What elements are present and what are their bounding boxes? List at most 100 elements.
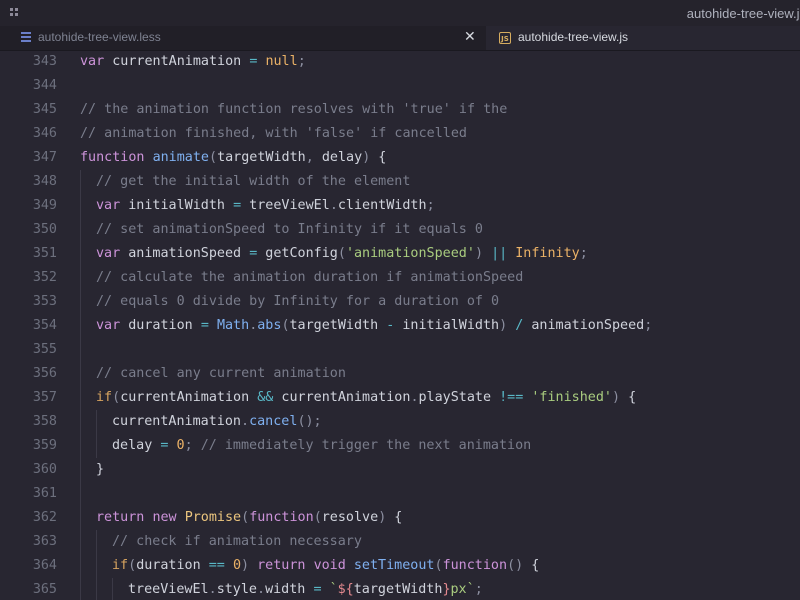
- code-token: // cancel any current animation: [96, 366, 346, 381]
- code-token: currentAnimation: [273, 390, 411, 405]
- code-line[interactable]: 350 // set animationSpeed to Infinity if …: [0, 218, 800, 242]
- code-token: setTimeout: [353, 558, 435, 573]
- code-token: ): [241, 558, 250, 573]
- code-line[interactable]: 351 var animationSpeed = getConfig('anima…: [0, 242, 800, 266]
- code-token: ;: [184, 438, 193, 453]
- code-token: return: [257, 558, 306, 573]
- window-title: autohide-tree-view.js: [686, 6, 800, 21]
- code-token: }: [96, 462, 105, 477]
- code-token: // get the initial width of the element: [96, 174, 411, 189]
- indent-guide: [80, 266, 81, 290]
- code-token: void: [313, 558, 346, 573]
- code-text: delay = 0; // immediately trigger the ne…: [112, 434, 531, 458]
- close-icon[interactable]: ✕: [464, 29, 476, 45]
- code-token: animate: [152, 150, 209, 165]
- code-line[interactable]: 360}: [0, 458, 800, 482]
- code-token: // set animationSpeed to Infinity if it …: [96, 222, 483, 237]
- indent-guide: [112, 578, 113, 600]
- indent-guide: [80, 506, 81, 530]
- tab-less-file[interactable]: autohide-tree-view.less ✕: [0, 26, 486, 50]
- indent-guide: [80, 530, 81, 554]
- code-line[interactable]: 353 // equals 0 divide by Infinity for a …: [0, 290, 800, 314]
- code-line[interactable]: 345 // the animation function resolves wi…: [0, 98, 800, 122]
- code-token: (): [507, 558, 524, 573]
- code-token: {: [620, 390, 637, 405]
- code-token: style: [216, 582, 257, 597]
- code-line[interactable]: 349 var initialWidth = treeViewEl.clientW…: [0, 194, 800, 218]
- code-text: // check if animation necessary: [112, 530, 362, 554]
- line-number: 357: [32, 390, 57, 405]
- indent-guide: [80, 170, 81, 194]
- code-token: =: [233, 198, 242, 213]
- code-text: treeViewEl.style.width = `${targetWidth}…: [128, 578, 483, 600]
- code-token: (: [128, 558, 137, 573]
- code-token: ==: [208, 558, 225, 573]
- code-line[interactable]: 362 return new Promise(function(resolve) …: [0, 506, 800, 530]
- code-token: width: [265, 582, 314, 597]
- line-number: 351: [32, 246, 57, 261]
- js-file-icon: JS: [499, 32, 511, 44]
- indent-guide: [80, 362, 81, 386]
- line-number: 346: [32, 126, 57, 141]
- code-line[interactable]: 361: [0, 482, 800, 506]
- indent-guide: [80, 410, 81, 434]
- code-text: }: [96, 458, 104, 482]
- code-token: targetWidth: [217, 150, 306, 165]
- code-token: initialWidth: [120, 198, 234, 213]
- code-text: // cancel any current animation: [96, 362, 346, 386]
- code-token: {: [386, 510, 403, 525]
- line-number: 358: [32, 414, 57, 429]
- code-line[interactable]: 358 currentAnimation.cancel();: [0, 410, 800, 434]
- indent-guide: [80, 554, 81, 578]
- code-token: ||: [491, 246, 508, 261]
- code-token: ;: [644, 318, 653, 333]
- code-line[interactable]: 343 var currentAnimation = null;: [0, 50, 800, 74]
- code-line[interactable]: 355: [0, 338, 800, 362]
- code-token: function: [249, 510, 314, 525]
- line-number: 355: [32, 342, 57, 357]
- code-text: // set animationSpeed to Infinity if it …: [96, 218, 483, 242]
- code-text: var currentAnimation = null;: [80, 50, 306, 74]
- code-text: // calculate the animation duration if a…: [96, 266, 523, 290]
- code-line[interactable]: 365 treeViewEl.style.width = `${targetWid…: [0, 578, 800, 600]
- code-line[interactable]: 354 var duration = Math.abs(targetWidth -…: [0, 314, 800, 338]
- code-text: // the animation function resolves with …: [80, 98, 507, 122]
- code-text: // get the initial width of the element: [96, 170, 410, 194]
- indent-guide: [96, 530, 97, 554]
- code-line[interactable]: 352 // calculate the animation duration i…: [0, 266, 800, 290]
- code-line[interactable]: 363 // check if animation necessary: [0, 530, 800, 554]
- line-number: 353: [32, 294, 57, 309]
- code-token: new: [152, 510, 177, 525]
- code-editor[interactable]: 343 var currentAnimation = null; 344 345 // …: [0, 50, 800, 600]
- code-token: delay: [112, 438, 161, 453]
- code-token: currentAnimation: [104, 54, 250, 69]
- code-line[interactable]: 348 // get the initial width of the eleme…: [0, 170, 800, 194]
- code-token: var: [96, 246, 121, 261]
- code-token: px`: [450, 582, 475, 597]
- code-token: ;: [474, 582, 483, 597]
- indent-guide: [96, 578, 97, 600]
- code-text: var duration = Math.abs(targetWidth - in…: [96, 314, 652, 338]
- code-line[interactable]: 344: [0, 74, 800, 98]
- line-number: 363: [32, 534, 57, 549]
- indent-guide: [80, 218, 81, 242]
- code-line[interactable]: 359 delay = 0; // immediately trigger the…: [0, 434, 800, 458]
- indent-guide: [80, 290, 81, 314]
- code-line[interactable]: 347 function animate(targetWidth, delay) …: [0, 146, 800, 170]
- grip-icon[interactable]: [10, 8, 20, 18]
- code-text: var initialWidth = treeViewEl.clientWidt…: [96, 194, 435, 218]
- code-token: if: [112, 558, 129, 573]
- code-token: {: [523, 558, 540, 573]
- code-line[interactable]: 364 if(duration == 0) return void setTime…: [0, 554, 800, 578]
- code-token: Promise: [184, 510, 242, 525]
- line-number: 344: [32, 78, 57, 93]
- code-line[interactable]: 356 // cancel any current animation: [0, 362, 800, 386]
- indent-guide: [80, 386, 81, 410]
- code-line[interactable]: 346 // animation finished, with 'false' i…: [0, 122, 800, 146]
- tab-js-file[interactable]: JS autohide-tree-view.js: [486, 26, 800, 50]
- code-line[interactable]: 357 if(currentAnimation && currentAnimati…: [0, 386, 800, 410]
- less-file-icon: [20, 31, 32, 45]
- line-number: 349: [32, 198, 57, 213]
